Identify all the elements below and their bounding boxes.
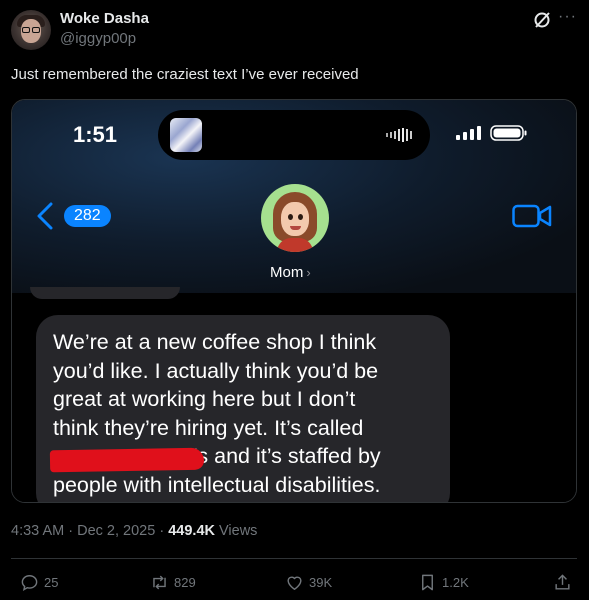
bookmark-icon (422, 574, 433, 590)
author-name[interactable]: Woke Dasha (60, 10, 149, 27)
message-thread: We’re at a new coffee shop I think you’d… (12, 287, 576, 502)
memoji-eye (288, 214, 293, 220)
share-button[interactable] (553, 572, 577, 592)
message-line: think they’re hiring yet. It’s called (53, 415, 364, 440)
contact-name-text: Mom (270, 264, 304, 281)
grok-icon[interactable] (532, 10, 552, 30)
repost-button[interactable]: 829 (150, 572, 196, 592)
tweet-media-image[interactable]: 1:51 282 Mom › We’re at a new coffee sho… (11, 99, 577, 503)
contact-name: Mom › (270, 264, 311, 281)
memoji-body (277, 238, 313, 252)
avatar-glasses-right (32, 27, 40, 33)
red-redaction-mark (49, 447, 205, 473)
author-handle[interactable]: @iggyp00p (60, 30, 136, 47)
imessage-header: 1:51 282 Mom › (12, 100, 576, 293)
unread-count-badge: 282 (64, 205, 111, 227)
message-bubble: We’re at a new coffee shop I think you’d… (36, 315, 450, 502)
status-bar-clock: 1:51 (73, 122, 118, 147)
previous-message-bubble (30, 287, 180, 299)
now-playing-artwork (170, 118, 202, 152)
divider (11, 558, 577, 559)
message-line: you’d like. I actually think you’d be (53, 358, 379, 383)
repost-icon (153, 575, 166, 589)
bookmark-count: 1.2K (442, 574, 469, 590)
heart-icon (287, 576, 302, 590)
message-line: people with intellectual disabilities. (53, 472, 381, 497)
reply-icon (21, 574, 38, 591)
memoji-eye (298, 214, 303, 220)
audio-waveform-icon (386, 128, 412, 142)
reply-button[interactable]: 25 (20, 572, 58, 592)
views-label: Views (219, 523, 258, 539)
like-count: 39K (309, 574, 333, 590)
more-icon[interactable]: ··· (558, 8, 577, 26)
dynamic-island (158, 110, 430, 160)
views-count: 449.4K (168, 523, 215, 539)
chevron-right-icon: › (306, 265, 311, 280)
avatar-glasses-left (22, 27, 30, 33)
tweet-time[interactable]: 4:33 AM (11, 523, 64, 539)
memoji-face (281, 202, 309, 236)
battery-icon (490, 125, 527, 141)
tweet-text: Just remembered the craziest text I’ve e… (11, 66, 359, 83)
reply-count: 25 (44, 574, 59, 590)
back-chevron-icon (37, 202, 53, 230)
video-call-icon (512, 204, 552, 228)
like-button[interactable]: 39K (285, 572, 332, 592)
meta-separator: · (159, 523, 165, 539)
contact-memoji-avatar (261, 184, 329, 252)
message-line: We’re at a new coffee shop I think (53, 330, 377, 354)
cell-signal-icon (456, 126, 481, 140)
repost-count: 829 (174, 574, 196, 590)
tweet-meta: 4:33 AM · Dec 2, 2025 · 449.4K Views (11, 523, 257, 539)
bookmark-button[interactable]: 1.2K (418, 572, 469, 592)
meta-separator: · (68, 523, 74, 539)
tweet-date[interactable]: Dec 2, 2025 (77, 523, 155, 539)
message-text: We’re at a new coffee shop I think you’d… (53, 328, 443, 499)
author-avatar[interactable] (11, 10, 51, 50)
share-icon (555, 573, 570, 590)
message-line: great at working here but I don’t (53, 387, 356, 411)
